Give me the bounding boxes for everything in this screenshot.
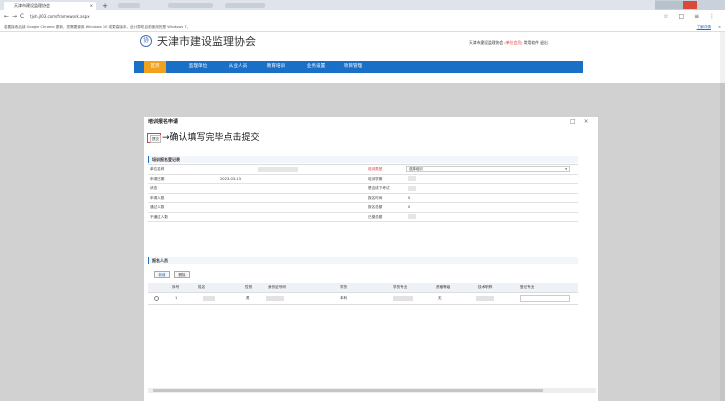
row-select-radio[interactable] <box>154 296 159 301</box>
dialog-controls[interactable]: □ × <box>570 118 592 125</box>
info-row: 单位名称 培训类型 选择培训 ▾ <box>148 165 578 175</box>
id-number-cell <box>266 296 284 301</box>
maximize-icon[interactable] <box>669 1 683 9</box>
address-bar: ← → C tjxh.jl03.com/framework.aspx ☆ □ ≡… <box>0 10 725 24</box>
info-row: 申请人数 报名时间 0 <box>148 194 578 203</box>
info-text: 若要接收后续 Google Chrome 更新，您需要使用 Windows 10… <box>4 25 191 29</box>
table-header: 序号 姓名 性别 身份证号码 学历 学历专业 资格等级 技术职称 登记专业 <box>148 283 578 293</box>
user-links[interactable]: 常用软件 退出 <box>524 40 548 45</box>
window-close-icon[interactable] <box>683 1 697 9</box>
close-tab-icon[interactable]: × <box>90 2 93 10</box>
nav-education-training[interactable]: 教育培训 <box>262 61 290 73</box>
info-row: 状态 是否线下考试 <box>148 184 578 194</box>
add-button[interactable]: 新增 <box>154 271 170 278</box>
info-row: 申请日期 2023-03-13 培训学期 <box>148 175 578 184</box>
window-controls <box>655 0 725 10</box>
training-type-select[interactable]: 选择培训 ▾ <box>406 166 570 172</box>
info-row: 通过人数 报名总额 0 <box>148 203 578 213</box>
reg-major-select[interactable] <box>520 295 570 302</box>
new-tab-button[interactable]: + <box>100 2 110 10</box>
info-close-icon[interactable]: × <box>718 23 721 32</box>
minimize-icon[interactable] <box>655 1 669 9</box>
update-info-bar: 若要接收后续 Google Chrome 更新，您需要使用 Windows 10… <box>0 23 725 32</box>
browser-tab-strip: 天津市建设监理协会 × + <box>0 0 725 10</box>
nav-business-settings[interactable]: 业务设置 <box>302 61 330 73</box>
tab-title: 天津市建设监理协会 <box>14 3 50 8</box>
people-table: 序号 姓名 性别 身份证号码 学历 学历专业 资格等级 技术职称 登记专业 1 … <box>148 283 578 305</box>
user-role: (单位会员) <box>504 40 523 45</box>
browser-tab[interactable]: 天津市建设监理协会 × <box>4 2 96 10</box>
registration-info-grid: 单位名称 培训类型 选择培训 ▾ 申请日期 2023-03-13 培训学期 状态 … <box>148 164 578 222</box>
nav-home[interactable]: 首页 <box>144 61 166 73</box>
nav-supervision-units[interactable]: 监理单位 <box>184 61 212 73</box>
reload-icon[interactable]: C <box>20 12 24 21</box>
forward-icon[interactable]: → <box>12 12 17 21</box>
site-logo-icon: 协 <box>140 35 152 47</box>
learn-more-link[interactable]: 了解详情 <box>697 23 711 32</box>
browser-actions[interactable]: ☆ □ ≡ ⋮ <box>663 12 719 21</box>
blurred-tab[interactable] <box>168 3 213 8</box>
nav-project-management[interactable]: 项目管理 <box>339 61 367 73</box>
submit-annotation: →确认填写完毕点击提交 <box>162 133 260 143</box>
main-nav: 首页 监理单位 从业人员 教育培训 业务设置 项目管理 <box>134 61 583 73</box>
info-row: 不通过人数 已缴总额 <box>148 213 578 222</box>
blurred-tab[interactable] <box>225 3 265 8</box>
nav-practitioners[interactable]: 从业人员 <box>224 61 252 73</box>
unit-name-value <box>258 166 298 172</box>
section-registration-form: 培训报名登记表 <box>148 156 578 163</box>
back-icon[interactable]: ← <box>4 12 9 21</box>
dialog-horizontal-scrollbar[interactable] <box>148 388 596 393</box>
blurred-tab[interactable] <box>118 3 140 8</box>
name-cell <box>203 296 215 301</box>
scroll-thumb[interactable] <box>153 389 543 392</box>
delete-button[interactable]: 删除 <box>174 271 190 278</box>
chevron-down-icon: ▾ <box>565 167 567 171</box>
title-cell <box>476 296 494 301</box>
submit-button[interactable]: 提交 <box>150 135 161 143</box>
user-org: 天津市建设监理协会 <box>469 40 504 45</box>
major-cell <box>393 296 413 301</box>
section-people: 报名人员 <box>148 257 578 264</box>
site-title: 天津市建设监理协会 <box>157 35 256 48</box>
user-area: 天津市建设监理协会 (单位会员) 常用软件 退出 <box>469 40 548 46</box>
table-row[interactable]: 1 男 本科 无 <box>148 293 578 305</box>
url-field[interactable]: tjxh.jl03.com/framework.aspx <box>30 13 90 20</box>
dialog-title: 培训报名申请 <box>148 119 179 125</box>
